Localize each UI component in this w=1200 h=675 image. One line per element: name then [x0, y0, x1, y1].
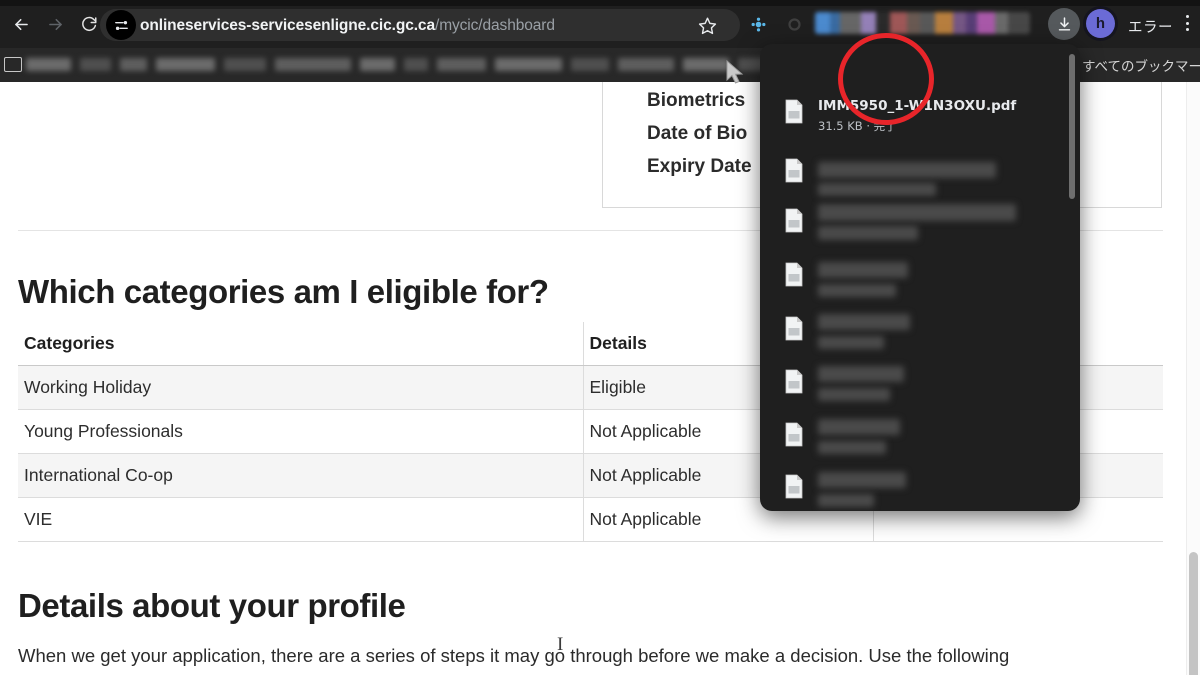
all-bookmarks-label[interactable]: すべてのブックマーク [1082, 55, 1200, 75]
cell-category: International Co-op [18, 453, 584, 498]
address-bar-url: onlineservices-servicesenligne.cic.gc.ca… [140, 17, 555, 35]
download-item-redacted[interactable] [818, 262, 908, 278]
site-settings-icon[interactable] [106, 10, 136, 40]
error-label[interactable]: エラー [1128, 16, 1173, 37]
pdf-file-icon [784, 99, 804, 124]
profile-paragraph: When we get your application, there are … [18, 645, 1010, 666]
page-title-profile: Details about your profile [18, 587, 406, 624]
extension-icon-strip-redacted[interactable] [815, 12, 1030, 34]
date-of-biometrics-label: Date of Bio [647, 123, 748, 144]
back-button[interactable] [4, 8, 38, 40]
bookmark-folder-icon[interactable] [4, 57, 22, 72]
download-item-redacted[interactable] [818, 388, 890, 401]
bookmark-item[interactable] [120, 57, 148, 71]
page-scrollbar-thumb[interactable] [1189, 552, 1198, 675]
url-domain: onlineservices-servicesenligne.cic.gc.ca [140, 17, 435, 34]
browser-window: onlineservices-servicesenligne.cic.gc.ca… [0, 0, 1200, 675]
download-item-redacted[interactable] [818, 204, 1016, 221]
downloads-panel[interactable]: IMM5950_1-W1N3OXU.pdf 31.5 KB · 完了 [760, 44, 1080, 511]
download-item-redacted[interactable] [818, 162, 996, 178]
download-item-status: 31.5 KB · 完了 [818, 119, 897, 133]
bookmark-item[interactable] [682, 57, 729, 71]
extension-icon-dark[interactable] [784, 14, 804, 34]
downloads-scrollbar-thumb[interactable] [1069, 54, 1075, 199]
pdf-file-icon [784, 316, 804, 341]
mouse-cursor [726, 59, 746, 91]
biometrics-label: Biometrics [647, 90, 746, 111]
download-item-redacted[interactable] [818, 366, 904, 382]
bookmark-item[interactable] [26, 57, 71, 71]
bookmark-item[interactable] [224, 57, 266, 71]
download-item-redacted[interactable] [818, 226, 918, 240]
download-item-redacted[interactable] [818, 314, 910, 330]
download-item-redacted[interactable] [818, 494, 874, 507]
download-item-redacted[interactable] [818, 419, 900, 435]
pdf-file-icon [784, 474, 804, 499]
page-scrollbar[interactable] [1186, 82, 1200, 675]
avatar[interactable]: h [1086, 9, 1115, 38]
download-item-filename[interactable]: IMM5950_1-W1N3OXU.pdf [818, 98, 1016, 114]
url-path: /mycic/dashboard [434, 17, 555, 34]
download-item-redacted[interactable] [818, 284, 896, 297]
page-title-eligibility: Which categories am I eligible for? [18, 273, 549, 310]
bookmark-item[interactable] [156, 57, 216, 71]
forward-button[interactable] [38, 8, 72, 40]
cell-category: Young Professionals [18, 409, 584, 454]
pdf-file-icon [784, 422, 804, 447]
star-icon[interactable] [694, 12, 720, 38]
download-item-redacted[interactable] [818, 472, 906, 488]
bookmark-item[interactable] [359, 57, 395, 71]
download-icon[interactable] [1048, 8, 1080, 40]
navigation-buttons [4, 8, 106, 40]
pdf-file-icon [784, 158, 804, 183]
tab-strip-edge [0, 0, 1200, 6]
column-header-categories: Categories [18, 322, 584, 366]
expiry-date-label: Expiry Date [647, 156, 752, 177]
pdf-file-icon [784, 208, 804, 233]
bookmark-item[interactable] [79, 57, 112, 71]
bookmark-item[interactable] [495, 57, 562, 71]
extension-icon-blue[interactable] [748, 14, 768, 34]
download-item-redacted[interactable] [818, 336, 884, 349]
bookmark-item[interactable] [436, 57, 487, 71]
text-cursor: I [557, 634, 564, 655]
cell-category: Working Holiday [18, 365, 584, 410]
cell-category: VIE [18, 497, 584, 542]
pdf-file-icon [784, 369, 804, 394]
bookmark-item[interactable] [618, 57, 674, 71]
bookmark-item[interactable] [274, 57, 351, 71]
bookmark-item[interactable] [403, 57, 428, 71]
download-item-redacted[interactable] [818, 441, 886, 454]
download-item-redacted[interactable] [818, 183, 936, 196]
chrome-menu-icon[interactable] [1180, 13, 1194, 33]
bookmark-item[interactable] [570, 57, 610, 71]
pdf-file-icon [784, 262, 804, 287]
